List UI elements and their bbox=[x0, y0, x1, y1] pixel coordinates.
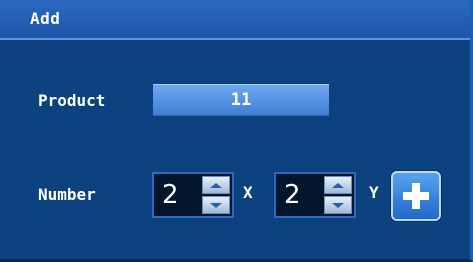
number-label: Number bbox=[38, 185, 96, 204]
x-axis-label: X bbox=[243, 183, 253, 202]
y-number-stepper[interactable]: 2 bbox=[274, 172, 356, 218]
product-field[interactable]: 11 bbox=[153, 84, 329, 116]
add-button[interactable] bbox=[391, 171, 441, 221]
arrow-up-icon bbox=[210, 182, 222, 188]
product-label: Product bbox=[38, 91, 106, 110]
arrow-down-icon bbox=[332, 202, 344, 208]
add-dialog: Add Product 11 Number 2 X 2 Y bbox=[0, 0, 473, 262]
y-increment-button[interactable] bbox=[324, 176, 352, 194]
arrow-down-icon bbox=[210, 202, 222, 208]
y-value[interactable]: 2 bbox=[284, 180, 301, 210]
arrow-up-icon bbox=[332, 182, 344, 188]
x-number-stepper[interactable]: 2 bbox=[152, 172, 234, 218]
x-value[interactable]: 2 bbox=[162, 180, 179, 210]
x-decrement-button[interactable] bbox=[202, 196, 230, 214]
dialog-title: Add bbox=[30, 9, 61, 28]
y-decrement-button[interactable] bbox=[324, 196, 352, 214]
x-increment-button[interactable] bbox=[202, 176, 230, 194]
y-axis-label: Y bbox=[369, 183, 379, 202]
dialog-titlebar: Add bbox=[0, 0, 470, 40]
